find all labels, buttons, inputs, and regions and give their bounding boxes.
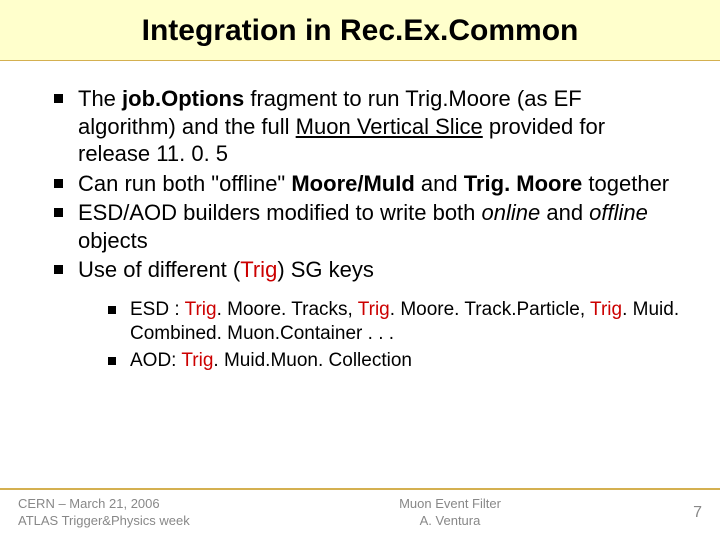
text-bold: Moore/MuId (291, 171, 414, 196)
footer-author: A. Ventura (238, 513, 662, 530)
text-red: Trig (590, 299, 622, 320)
footer-title: Muon Event Filter (238, 496, 662, 513)
slide-title: Integration in Rec.Ex.Common (0, 14, 720, 48)
text: and (415, 171, 464, 196)
list-item: ESD : Trig. Moore. Tracks, Trig. Moore. … (106, 298, 680, 347)
footer-event: ATLAS Trigger&Physics week (18, 513, 238, 530)
text: The (78, 86, 122, 111)
content-area: The job.Options fragment to run Trig.Moo… (0, 61, 720, 374)
sub-bullet-list: ESD : Trig. Moore. Tracks, Trig. Moore. … (106, 298, 680, 374)
text: . Muid.Muon. Collection (213, 350, 412, 371)
text: and (540, 200, 589, 225)
footer-center: Muon Event Filter A. Ventura (238, 496, 662, 530)
text: ) SG keys (277, 257, 374, 282)
text: . Moore. Tracks, (217, 299, 358, 320)
list-item: Can run both "offline" Moore/MuId and Tr… (50, 170, 680, 198)
text-italic: offline (589, 200, 648, 225)
text: AOD: (130, 350, 181, 371)
title-bar: Integration in Rec.Ex.Common (0, 0, 720, 61)
text: objects (78, 228, 148, 253)
list-item: The job.Options fragment to run Trig.Moo… (50, 85, 680, 168)
text-red: Trig (240, 257, 277, 282)
list-item: ESD/AOD builders modified to write both … (50, 199, 680, 254)
footer: CERN – March 21, 2006 ATLAS Trigger&Phys… (0, 488, 720, 540)
text-red: Trig (181, 350, 213, 371)
text-red: Trig (185, 299, 217, 320)
text: . Moore. Track.Particle, (390, 299, 590, 320)
text: together (582, 171, 669, 196)
main-bullet-list: The job.Options fragment to run Trig.Moo… (50, 85, 680, 374)
text: Use of different ( (78, 257, 240, 282)
text-bold: job.Options (122, 86, 244, 111)
text: ESD : (130, 299, 185, 320)
text: Can run both "offline" (78, 171, 291, 196)
text-underline: Muon Vertical Slice (296, 114, 483, 139)
text: ESD/AOD builders modified to write both (78, 200, 482, 225)
page-number: 7 (662, 504, 702, 522)
text-bold: Trig. Moore (464, 171, 583, 196)
list-item: Use of different (Trig) SG keys ESD : Tr… (50, 256, 680, 374)
list-item: AOD: Trig. Muid.Muon. Collection (106, 349, 680, 374)
text-red: Trig (358, 299, 390, 320)
footer-location-date: CERN – March 21, 2006 (18, 496, 238, 513)
text-italic: online (482, 200, 541, 225)
footer-left: CERN – March 21, 2006 ATLAS Trigger&Phys… (18, 496, 238, 530)
